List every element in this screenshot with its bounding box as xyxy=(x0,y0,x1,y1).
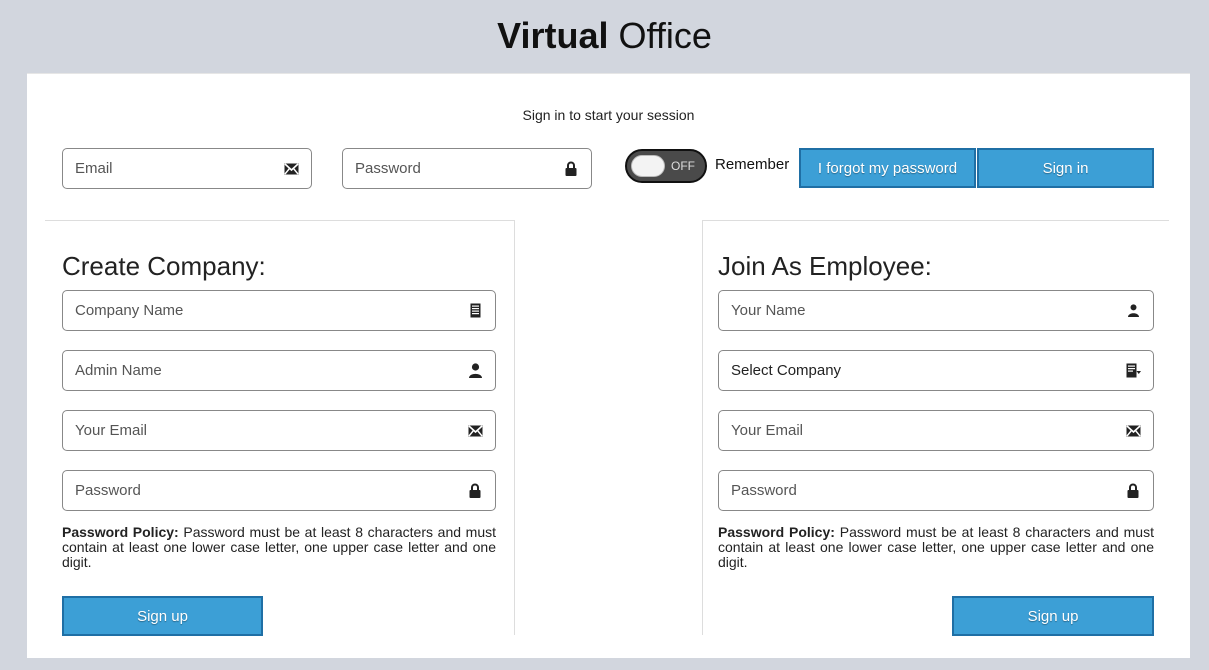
session-message: Sign in to start your session xyxy=(522,107,695,123)
company-name-field[interactable] xyxy=(62,290,496,331)
remember-toggle[interactable]: OFF xyxy=(625,149,707,183)
remember-label: Remember xyxy=(715,156,790,173)
brand-title: Virtual Office xyxy=(0,14,1209,58)
company-email-field[interactable] xyxy=(62,410,496,451)
join-employee-signup-button[interactable]: Sign up xyxy=(952,596,1154,636)
envelope-icon xyxy=(467,423,483,439)
employee-password-policy: Password Policy: Password must be at lea… xyxy=(718,525,1154,570)
company-name-input[interactable] xyxy=(75,302,467,319)
user-icon xyxy=(1125,303,1141,319)
company-password-policy: Password Policy: Password must be at lea… xyxy=(62,525,496,570)
employee-email-input[interactable] xyxy=(731,422,1125,439)
policy-label: Password Policy: xyxy=(62,524,179,540)
select-company-value: Select Company xyxy=(731,362,842,379)
admin-name-field[interactable] xyxy=(62,350,496,391)
select-company-icon xyxy=(1125,363,1141,379)
employee-name-input[interactable] xyxy=(731,302,1125,319)
company-password-input[interactable] xyxy=(75,482,467,499)
envelope-icon xyxy=(283,161,299,177)
brand-light: Office xyxy=(618,15,712,56)
employee-email-field[interactable] xyxy=(718,410,1154,451)
lock-icon xyxy=(467,483,483,499)
signin-password-field[interactable] xyxy=(342,148,592,189)
signin-email-input[interactable] xyxy=(75,160,283,177)
join-employee-section: Join As Employee: Select Company xyxy=(702,220,1169,636)
lock-icon xyxy=(563,161,579,177)
company-email-input[interactable] xyxy=(75,422,467,439)
forgot-password-button[interactable]: I forgot my password xyxy=(799,148,976,188)
select-company-field[interactable]: Select Company xyxy=(718,350,1154,391)
join-employee-title: Join As Employee: xyxy=(718,251,932,281)
signin-password-input[interactable] xyxy=(355,160,563,177)
lock-icon xyxy=(1125,483,1141,499)
create-company-signup-button[interactable]: Sign up xyxy=(62,596,263,636)
brand-bold: Virtual xyxy=(497,15,609,56)
login-panel: Sign in to start your session OFF Rememb… xyxy=(27,73,1190,658)
policy-label: Password Policy: xyxy=(718,524,835,540)
signin-button[interactable]: Sign in xyxy=(977,148,1154,188)
toggle-state: OFF xyxy=(671,159,695,173)
create-company-title: Create Company: xyxy=(62,251,266,281)
create-company-section: Create Company: Password Po xyxy=(45,220,515,636)
admin-name-input[interactable] xyxy=(75,362,467,379)
employee-name-field[interactable] xyxy=(718,290,1154,331)
user-icon xyxy=(467,363,483,379)
toggle-knob xyxy=(631,155,665,177)
envelope-icon xyxy=(1125,423,1141,439)
signin-email-field[interactable] xyxy=(62,148,312,189)
employee-password-input[interactable] xyxy=(731,482,1125,499)
building-icon xyxy=(467,303,483,319)
company-password-field[interactable] xyxy=(62,470,496,511)
employee-password-field[interactable] xyxy=(718,470,1154,511)
